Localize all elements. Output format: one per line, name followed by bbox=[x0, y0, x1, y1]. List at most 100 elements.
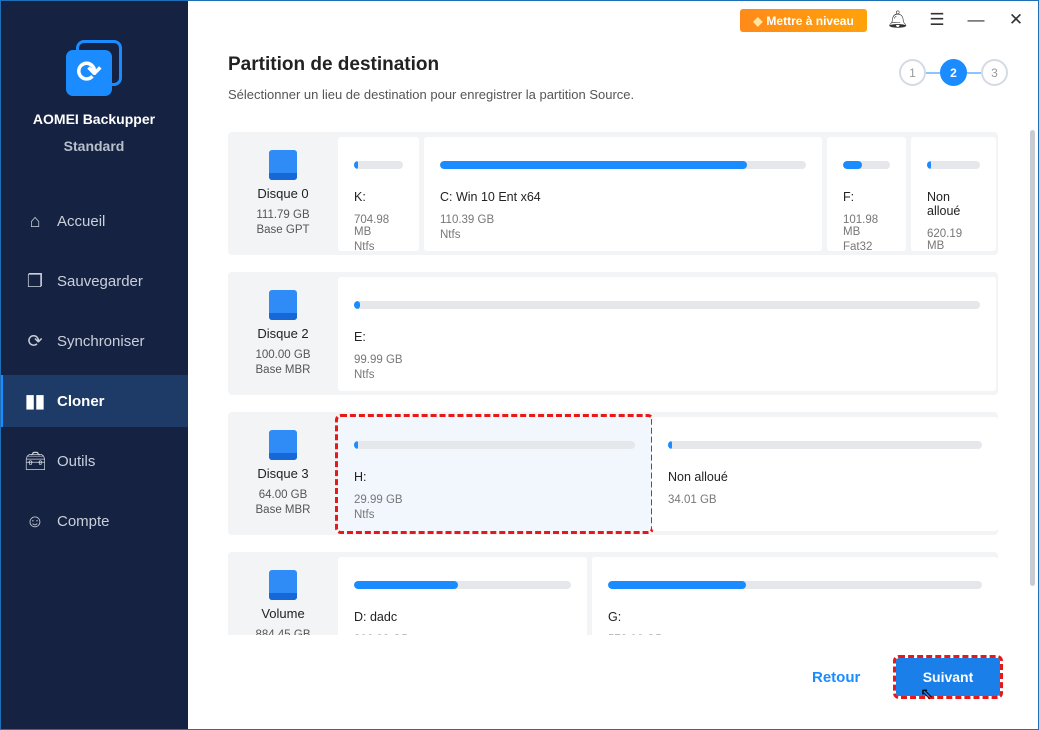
nav-label: Outils bbox=[57, 452, 96, 470]
disk-row: Volume 884.45 GB D: dadc 306.38 GB G: 57… bbox=[228, 552, 998, 635]
menu-icon[interactable]: ☰ bbox=[927, 10, 947, 30]
disk-name: Disque 3 bbox=[257, 466, 309, 481]
sidebar: ⟳ AOMEI Backupper Standard ⌂ Accueil ❐ Sauv… bbox=[0, 0, 188, 730]
step-3: 3 bbox=[981, 59, 1008, 86]
partition-name: F: bbox=[843, 190, 855, 204]
disk-size: 111.79 GB bbox=[256, 209, 310, 221]
disk-info[interactable]: Volume 884.45 GB bbox=[228, 552, 338, 635]
partition-card[interactable]: K: 704.98 MB Ntfs bbox=[338, 137, 419, 253]
partition-card[interactable]: G: 578.06 GB bbox=[592, 557, 998, 635]
disk-list: Disque 0 111.79 GB Base GPT K: 704.98 MB… bbox=[228, 131, 998, 635]
partition-size: 620.19 MB bbox=[927, 228, 963, 252]
app-logo-icon: ⟳ bbox=[64, 40, 124, 100]
partition-name: Non alloué bbox=[927, 190, 961, 218]
partition-fs: Ntfs bbox=[354, 369, 375, 381]
disk-row: Disque 2 100.00 GB Base MBR E: 99.99 GB … bbox=[228, 272, 998, 395]
nav-item-outils[interactable]: 🧰︎ Outils bbox=[0, 435, 188, 487]
diamond-icon: ◆ bbox=[753, 13, 763, 28]
disk-info[interactable]: Disque 3 64.00 GB Base MBR bbox=[228, 412, 338, 535]
partition-size: 704.98 MB bbox=[354, 214, 390, 238]
sync-icon: ⟳ bbox=[27, 330, 43, 351]
step-2: 2 bbox=[940, 59, 967, 86]
usage-bar bbox=[354, 441, 635, 449]
partition-fs: Ntfs bbox=[440, 229, 461, 241]
nav-item-compte[interactable]: ☺ Compte bbox=[0, 495, 188, 547]
partition-size: 34.01 GB bbox=[668, 494, 717, 506]
app-edition: Standard bbox=[63, 138, 125, 154]
disk-size: 100.00 GB bbox=[255, 349, 311, 361]
disk-name: Volume bbox=[261, 606, 305, 621]
partition-fs: Ntfs bbox=[354, 509, 375, 521]
disk-name: Disque 0 bbox=[257, 186, 309, 201]
nav-label: Accueil bbox=[57, 212, 106, 230]
disk-row: Disque 0 111.79 GB Base GPT K: 704.98 MB… bbox=[228, 132, 998, 255]
close-icon[interactable]: ✕ bbox=[1006, 10, 1026, 30]
nav-label: Compte bbox=[57, 512, 110, 530]
partition-card[interactable]: F: 101.98 MB Fat32 bbox=[827, 137, 906, 253]
backup-icon: ❐ bbox=[26, 270, 44, 291]
clone-icon: ▮▮ bbox=[25, 390, 45, 411]
nav-item-synchroniser[interactable]: ⟳ Synchroniser bbox=[0, 315, 188, 367]
step-indicator: 1 2 3 bbox=[899, 59, 1008, 86]
partition-size: 306.38 GB bbox=[354, 634, 571, 635]
partition-card[interactable]: C: Win 10 Ent x64 110.39 GB Ntfs bbox=[424, 137, 822, 251]
disk-type: Base MBR bbox=[255, 364, 311, 376]
usage-bar bbox=[354, 581, 571, 589]
usage-bar bbox=[608, 581, 982, 589]
disk-info[interactable]: Disque 2 100.00 GB Base MBR bbox=[228, 272, 338, 395]
partition-name: D: dadc bbox=[354, 610, 398, 624]
minimize-icon[interactable]: — bbox=[966, 10, 986, 30]
partition-name: K: bbox=[354, 190, 366, 204]
partition-fs: Fat32 bbox=[843, 241, 873, 253]
partition-size: 29.99 GB bbox=[354, 494, 403, 506]
disk-name: Disque 2 bbox=[257, 326, 309, 341]
nav-label: Sauvegarder bbox=[57, 272, 143, 290]
partition-size: 578.06 GB bbox=[608, 634, 982, 635]
disk-icon bbox=[269, 290, 297, 320]
disk-size: 64.00 GB bbox=[258, 489, 308, 501]
nav-item-accueil[interactable]: ⌂ Accueil bbox=[0, 195, 188, 247]
nav-item-cloner[interactable]: ▮▮ Cloner bbox=[0, 375, 188, 427]
tools-icon: 🧰︎ bbox=[24, 450, 47, 471]
back-button[interactable]: Retour bbox=[812, 669, 860, 686]
upgrade-button[interactable]: ◆ Mettre à niveau bbox=[740, 9, 867, 32]
disk-type: Base GPT bbox=[256, 224, 310, 236]
usage-bar bbox=[440, 161, 806, 169]
partition-name: G: bbox=[608, 610, 622, 624]
step-1: 1 bbox=[899, 59, 926, 86]
upgrade-label: Mettre à niveau bbox=[766, 13, 854, 28]
partition-size: 99.99 GB bbox=[354, 354, 403, 366]
usage-bar bbox=[843, 161, 890, 169]
user-icon: ☺ bbox=[25, 510, 45, 531]
cursor-icon: ⇖ bbox=[920, 686, 934, 703]
disk-icon bbox=[269, 570, 297, 600]
partition-card[interactable]: H: 29.99 GB Ntfs bbox=[335, 414, 654, 534]
usage-bar bbox=[927, 161, 980, 169]
partition-name: C: Win 10 Ent x64 bbox=[440, 190, 541, 204]
disk-info[interactable]: Disque 0 111.79 GB Base GPT bbox=[228, 132, 338, 255]
nav-label: Cloner bbox=[57, 392, 105, 410]
app-name: AOMEI Backupper bbox=[32, 111, 156, 127]
partition-card[interactable]: Non alloué 34.01 GB bbox=[652, 417, 998, 531]
disk-type: Base MBR bbox=[255, 504, 311, 516]
partition-card[interactable]: E: 99.99 GB Ntfs bbox=[338, 277, 996, 391]
nav-label: Synchroniser bbox=[57, 332, 145, 350]
partition-size: 101.98 MB bbox=[843, 214, 879, 238]
bell-icon[interactable]: 🔔︎ bbox=[887, 10, 909, 30]
next-button[interactable]: Suivant bbox=[893, 655, 1003, 699]
partition-size: 110.39 GB bbox=[440, 214, 495, 226]
disk-row: Disque 3 64.00 GB Base MBR H: 29.99 GB N… bbox=[228, 412, 998, 535]
usage-bar bbox=[354, 301, 980, 309]
page-title: Partition de destination bbox=[228, 54, 440, 75]
partition-name: H: bbox=[354, 470, 367, 484]
usage-bar bbox=[354, 161, 403, 169]
scrollbar[interactable] bbox=[1030, 130, 1035, 586]
nav-item-sauvegarder[interactable]: ❐ Sauvegarder bbox=[0, 255, 188, 307]
home-icon: ⌂ bbox=[29, 210, 41, 231]
partition-card[interactable]: D: dadc 306.38 GB bbox=[338, 557, 587, 635]
partition-card[interactable]: Non alloué 620.19 MB bbox=[911, 137, 996, 252]
disk-icon bbox=[269, 150, 297, 180]
partition-fs: Ntfs bbox=[354, 241, 375, 253]
page-subtitle: Sélectionner un lieu de destination pour… bbox=[228, 87, 635, 102]
partition-name: E: bbox=[354, 330, 366, 344]
